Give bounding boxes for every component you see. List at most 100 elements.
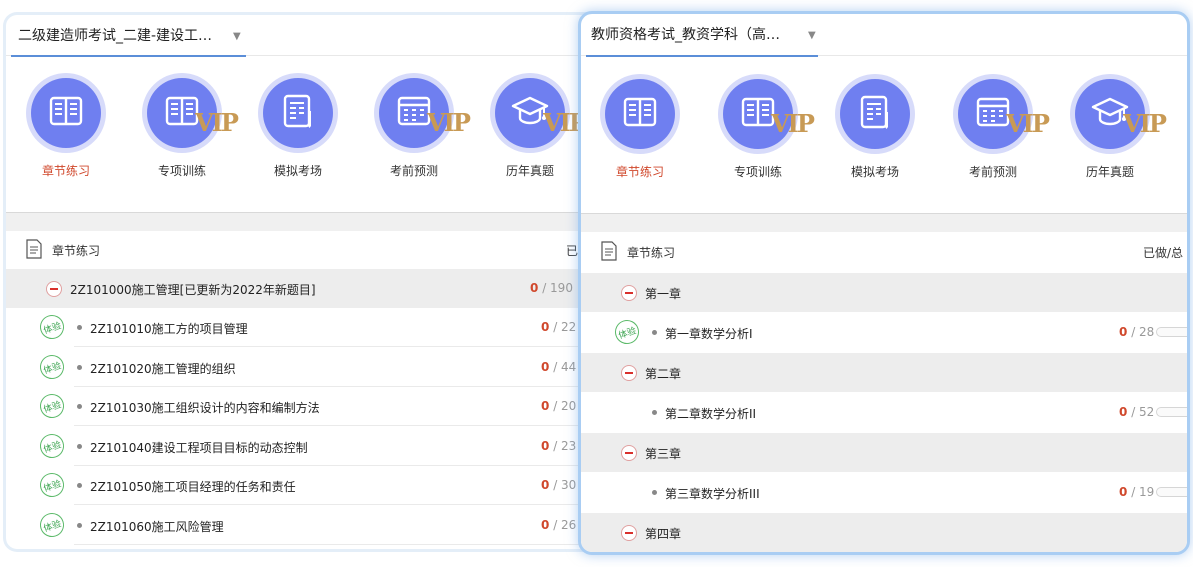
collapse-icon[interactable] <box>46 281 62 297</box>
section-item[interactable]: 体验 2Z101010施工方的项目管理 0 / 22 <box>6 308 601 347</box>
chapter-row[interactable]: 第一章 <box>581 273 1187 312</box>
section-item[interactable]: 第二章数学分析II 0 / 52 <box>581 393 1187 432</box>
item-count: 0 / 26 <box>541 517 577 532</box>
feature-circle[interactable] <box>605 79 675 149</box>
trial-badge: 体验 <box>611 316 643 348</box>
section-item[interactable]: 体验 2Z101020施工管理的组织 0 / 44 <box>6 348 601 387</box>
collapse-icon[interactable] <box>621 285 637 301</box>
feature-2[interactable]: VIP 专项训练 <box>140 78 239 179</box>
chapter-row[interactable]: 第四章 <box>581 513 1187 552</box>
bullet-icon <box>77 404 82 409</box>
feature-circle[interactable] <box>840 79 910 149</box>
trial-badge: 体验 <box>36 430 68 461</box>
feature-4[interactable]: VIP 考前预测 <box>951 79 1050 180</box>
section-item[interactable]: 体验 第一章数学分析I 0 / 28 <box>581 313 1187 352</box>
chapter-title: 第四章 <box>645 527 682 541</box>
feature-3[interactable]: 模拟考场 <box>256 78 340 179</box>
vip-badge: VIP <box>427 108 471 137</box>
feature-circle[interactable]: VIP <box>379 78 471 148</box>
item-title: 2Z101020施工管理的组织 <box>90 361 236 376</box>
feature-1[interactable]: 章节练习 <box>24 78 108 179</box>
bullet-icon <box>77 443 82 449</box>
feature-circle[interactable]: VIP <box>723 79 815 149</box>
chapter-row[interactable]: 第二章 <box>581 353 1187 392</box>
chapter-title: 第一章 <box>645 287 682 301</box>
feature-label: 专项训练 <box>733 165 782 179</box>
section-item[interactable]: 体验 2Z101060施工风险管理 0 / 26 <box>6 506 601 545</box>
exam-select-text: 二级建造师考试_二建-建设工… <box>18 28 213 44</box>
item-title: 2Z101040建设工程项目目标的动态控制 <box>90 440 308 455</box>
feature-label: 章节练习 <box>615 165 664 179</box>
section-item[interactable]: 体验 2Z101030施工组织设计的内容和编制方法 0 / 20 <box>6 387 601 426</box>
left-panel: 二级建造师考试_二建-建设工… ▼ 章节练习 VIP 专项训练 模拟考场 VIP 考前预测… <box>3 12 601 552</box>
vip-badge: VIP <box>771 109 815 138</box>
feature-label: 考前预测 <box>389 164 438 178</box>
section-separator <box>6 212 601 231</box>
item-title: 2Z101060施工风险管理 <box>90 519 224 534</box>
section-item[interactable]: 第三章数学分析III 0 / 19 <box>581 473 1187 512</box>
bullet-icon <box>652 410 657 415</box>
item-count: 0 / 19 <box>1119 485 1155 499</box>
progress-bar <box>1156 407 1187 417</box>
exam-select-box[interactable]: 二级建造师考试_二建-建设工… ▼ <box>11 15 246 57</box>
collapse-icon[interactable] <box>621 445 637 461</box>
document-icon <box>601 241 617 261</box>
trial-badge: 体验 <box>36 509 68 540</box>
done-total-header: 已 <box>566 244 579 258</box>
feature-3[interactable]: 模拟考场 <box>833 79 917 180</box>
chapter-title: 第三章 <box>645 447 682 461</box>
chapter-row[interactable]: 第三章 <box>581 433 1187 472</box>
chapter-title: 2Z101000施工管理[已更新为2022年新题目] <box>70 283 316 297</box>
feature-label: 考前预测 <box>968 165 1017 179</box>
item-title: 2Z101050施工项目经理的任务和责任 <box>90 480 296 494</box>
chevron-down-icon[interactable]: ▼ <box>233 31 241 42</box>
exam-select-box[interactable]: 教师资格考试_教资学科（高… ▼ <box>586 14 818 57</box>
section-item[interactable]: 体验 2Z101050施工项目经理的任务和责任 0 / 30 <box>6 466 601 505</box>
feature-icons: 章节练习 VIP 专项训练 模拟考场 VIP 考前预测 VIP 历年真题 <box>6 55 601 212</box>
item-title: 第二章数学分析II <box>665 407 757 421</box>
book-icon <box>620 92 660 136</box>
bullet-icon <box>77 483 82 488</box>
feature-circle[interactable] <box>31 78 101 148</box>
feature-circle[interactable]: VIP <box>495 78 587 148</box>
exam-paper-icon <box>855 92 895 136</box>
trial-badge: 体验 <box>36 469 68 501</box>
feature-icons: 章节练习 VIP 专项训练 模拟考场 VIP 考前预测 VIP 历年真题 <box>581 56 1187 213</box>
vip-badge: VIP <box>1006 109 1050 138</box>
item-count: 0 / 52 <box>1119 405 1155 419</box>
bullet-icon <box>652 490 657 495</box>
exam-paper-icon <box>278 91 318 135</box>
feature-label: 模拟考场 <box>850 165 899 179</box>
feature-5[interactable]: VIP 历年真题 <box>1068 79 1167 180</box>
chevron-down-icon[interactable]: ▼ <box>808 30 816 41</box>
trial-badge: 体验 <box>36 351 68 382</box>
feature-label: 专项训练 <box>157 164 206 178</box>
chapter-row[interactable]: 2Z101000施工管理[已更新为2022年新题目] 0 / 190 <box>6 269 601 308</box>
bullet-icon <box>77 325 82 330</box>
feature-label: 历年真题 <box>505 164 554 178</box>
trial-badge: 体验 <box>36 311 68 343</box>
item-count: 0 / 20 <box>541 399 577 413</box>
feature-circle[interactable]: VIP <box>958 79 1050 149</box>
chapter-title: 第二章 <box>645 367 682 381</box>
item-count: 0 / 28 <box>1119 325 1155 339</box>
vip-badge: VIP <box>1123 109 1167 138</box>
feature-2[interactable]: VIP 专项训练 <box>716 79 815 180</box>
feature-circle[interactable]: VIP <box>147 78 239 148</box>
exam-select[interactable]: 二级建造师考试_二建-建设工… ▼ <box>6 15 601 57</box>
collapse-icon[interactable] <box>621 525 637 541</box>
chapter-count: 0 / 190 <box>530 281 573 295</box>
collapse-icon[interactable] <box>621 365 637 381</box>
feature-5[interactable]: VIP 历年真题 <box>488 78 587 179</box>
item-count: 0 / 44 <box>541 359 577 374</box>
feature-1[interactable]: 章节练习 <box>598 79 682 180</box>
feature-circle[interactable]: VIP <box>1075 79 1167 149</box>
section-header: 章节练习 已 <box>6 231 601 269</box>
feature-label: 历年真题 <box>1085 165 1134 179</box>
exam-select-text: 教师资格考试_教资学科（高… <box>591 27 780 43</box>
right-panel: 教师资格考试_教资学科（高… ▼ 章节练习 VIP 专项训练 模拟考场 VIP 考前预测 V… <box>578 11 1190 555</box>
feature-circle[interactable] <box>263 78 333 148</box>
section-item[interactable]: 体验 2Z101040建设工程项目目标的动态控制 0 / 23 <box>6 427 601 466</box>
feature-4[interactable]: VIP 考前预测 <box>372 78 471 179</box>
exam-select[interactable]: 教师资格考试_教资学科（高… ▼ <box>581 14 1187 57</box>
